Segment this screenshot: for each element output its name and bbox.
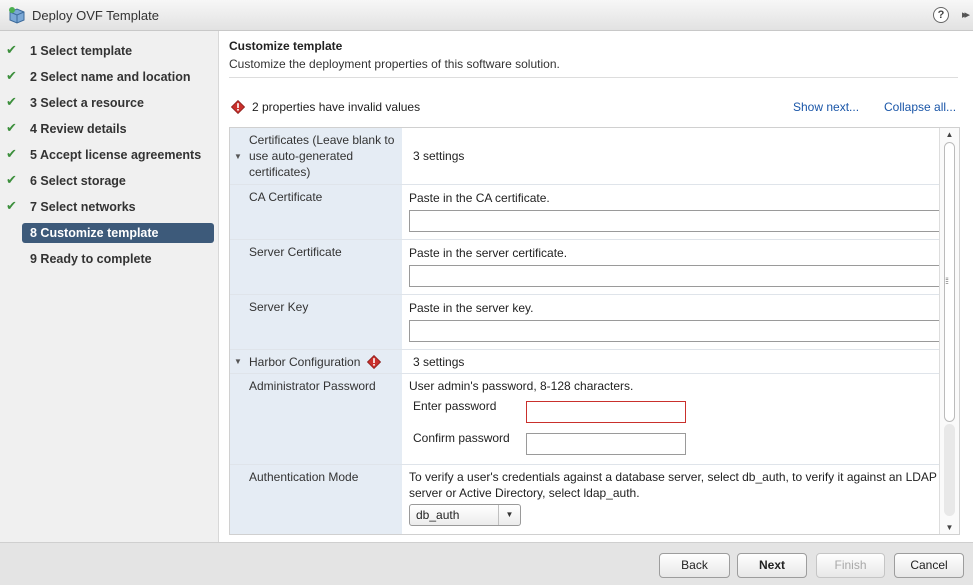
property-label: Server Key: [249, 300, 309, 314]
error-diamond-icon: [230, 99, 246, 115]
property-value: 3 settings: [413, 355, 465, 369]
scroll-down-arrow-icon[interactable]: ▼: [940, 523, 959, 532]
check-icon: ✔: [6, 94, 17, 109]
group-row-harbor-configuration: ▼ Harbor Configuration 3 settings: [230, 350, 940, 374]
collapse-all-link[interactable]: Collapse all...: [884, 100, 956, 114]
step-select-storage[interactable]: ✔ 6 Select storage: [6, 171, 214, 191]
property-row-ca-certificate: CA Certificate Paste in the CA certifica…: [230, 185, 940, 240]
step-label: 8 Customize template: [30, 226, 159, 240]
ca-certificate-input[interactable]: [409, 210, 940, 232]
property-description: Paste in the server certificate.: [409, 246, 568, 260]
step-customize-template[interactable]: 8 Customize template: [22, 223, 214, 243]
warning-text: 2 properties have invalid values: [252, 100, 421, 114]
property-label: Certificates (Leave blank to use auto-ge…: [249, 133, 395, 179]
enter-password-label: Enter password: [413, 399, 497, 413]
enter-password-input[interactable]: [526, 401, 686, 423]
help-icon[interactable]: ?: [933, 7, 949, 23]
step-accept-license[interactable]: ✔ 5 Accept license agreements: [6, 145, 214, 165]
step-label: 6 Select storage: [30, 174, 126, 188]
step-label: 4 Review details: [30, 122, 127, 136]
step-label: 7 Select networks: [30, 200, 136, 214]
properties-grid: ▼ Certificates (Leave blank to use auto-…: [229, 127, 960, 535]
vertical-scrollbar[interactable]: ▲ ⁞⁞ ▼: [939, 128, 959, 534]
selected-value: db_auth: [416, 508, 460, 522]
cancel-button[interactable]: Cancel: [894, 553, 964, 578]
property-description: User admin's password, 8-128 characters.: [409, 379, 634, 393]
step-select-resource[interactable]: ✔ 3 Select a resource: [6, 93, 214, 113]
wizard-footer: Back Next Finish Cancel: [0, 542, 973, 585]
property-description: Paste in the server key.: [409, 301, 534, 315]
property-row-server-certificate: Server Certificate Paste in the server c…: [230, 240, 940, 295]
collapse-arrow-icon[interactable]: ▼: [234, 357, 242, 366]
window-title: Deploy OVF Template: [32, 7, 159, 23]
step-label: 9 Ready to complete: [30, 252, 152, 266]
property-row-authentication-mode: Authentication Mode To verify a user's c…: [230, 465, 940, 534]
confirm-password-label: Confirm password: [413, 431, 510, 445]
scroll-up-arrow-icon[interactable]: ▲: [940, 130, 959, 139]
step-select-name-location[interactable]: ✔ 2 Select name and location: [6, 67, 214, 87]
back-button[interactable]: Back: [659, 553, 730, 578]
step-ready-to-complete[interactable]: 9 Ready to complete: [22, 249, 214, 269]
scroll-track[interactable]: [944, 424, 955, 516]
check-icon: ✔: [6, 172, 17, 187]
property-description: To verify a user's credentials against a…: [409, 470, 937, 500]
property-row-server-key: Server Key Paste in the server key.: [230, 295, 940, 350]
property-row-admin-password: Administrator Password User admin's pass…: [230, 374, 940, 465]
step-select-template[interactable]: ✔ 1 Select template: [6, 41, 214, 61]
step-label: 5 Accept license agreements: [30, 148, 202, 162]
next-button[interactable]: Next: [737, 553, 807, 578]
step-label: 1 Select template: [30, 44, 133, 58]
property-value: 3 settings: [413, 149, 465, 163]
step-select-networks[interactable]: ✔ 7 Select networks: [6, 197, 214, 217]
header-divider: [229, 77, 958, 78]
wizard-steps-sidebar: ✔ 1 Select template ✔ 2 Select name and …: [0, 31, 219, 542]
check-icon: ✔: [6, 146, 17, 161]
property-label: CA Certificate: [249, 190, 323, 204]
step-label: 3 Select a resource: [30, 96, 144, 110]
step-review-details[interactable]: ✔ 4 Review details: [6, 119, 214, 139]
confirm-password-input[interactable]: [526, 433, 686, 455]
grip-icon: ⁞⁞: [945, 276, 949, 286]
page-subtitle: Customize the deployment properties of t…: [229, 57, 560, 71]
show-next-link[interactable]: Show next...: [793, 100, 859, 114]
check-icon: ✔: [6, 120, 17, 135]
step-label: 2 Select name and location: [30, 70, 191, 84]
check-icon: ✔: [6, 42, 17, 57]
deploy-template-icon: [8, 6, 26, 24]
dropdown-arrow-icon[interactable]: ▼: [498, 505, 520, 525]
server-certificate-input[interactable]: [409, 265, 940, 287]
page-title: Customize template: [229, 39, 343, 53]
collapse-arrow-icon[interactable]: ▼: [234, 152, 242, 161]
check-icon: ✔: [6, 198, 17, 213]
title-bar: Deploy OVF Template ? ▸▸: [0, 0, 973, 31]
property-label: Server Certificate: [249, 245, 342, 259]
check-icon: ✔: [6, 68, 17, 83]
property-label: Administrator Password: [249, 379, 376, 393]
authentication-mode-select[interactable]: db_auth ▼: [409, 504, 521, 526]
error-diamond-icon: [366, 354, 382, 370]
finish-button[interactable]: Finish: [816, 553, 885, 578]
expand-icon[interactable]: ▸▸: [962, 8, 970, 21]
property-description: Paste in the CA certificate.: [409, 191, 550, 205]
group-row-certificates: ▼ Certificates (Leave blank to use auto-…: [230, 128, 940, 185]
property-label: Authentication Mode: [249, 470, 359, 484]
server-key-input[interactable]: [409, 320, 940, 342]
